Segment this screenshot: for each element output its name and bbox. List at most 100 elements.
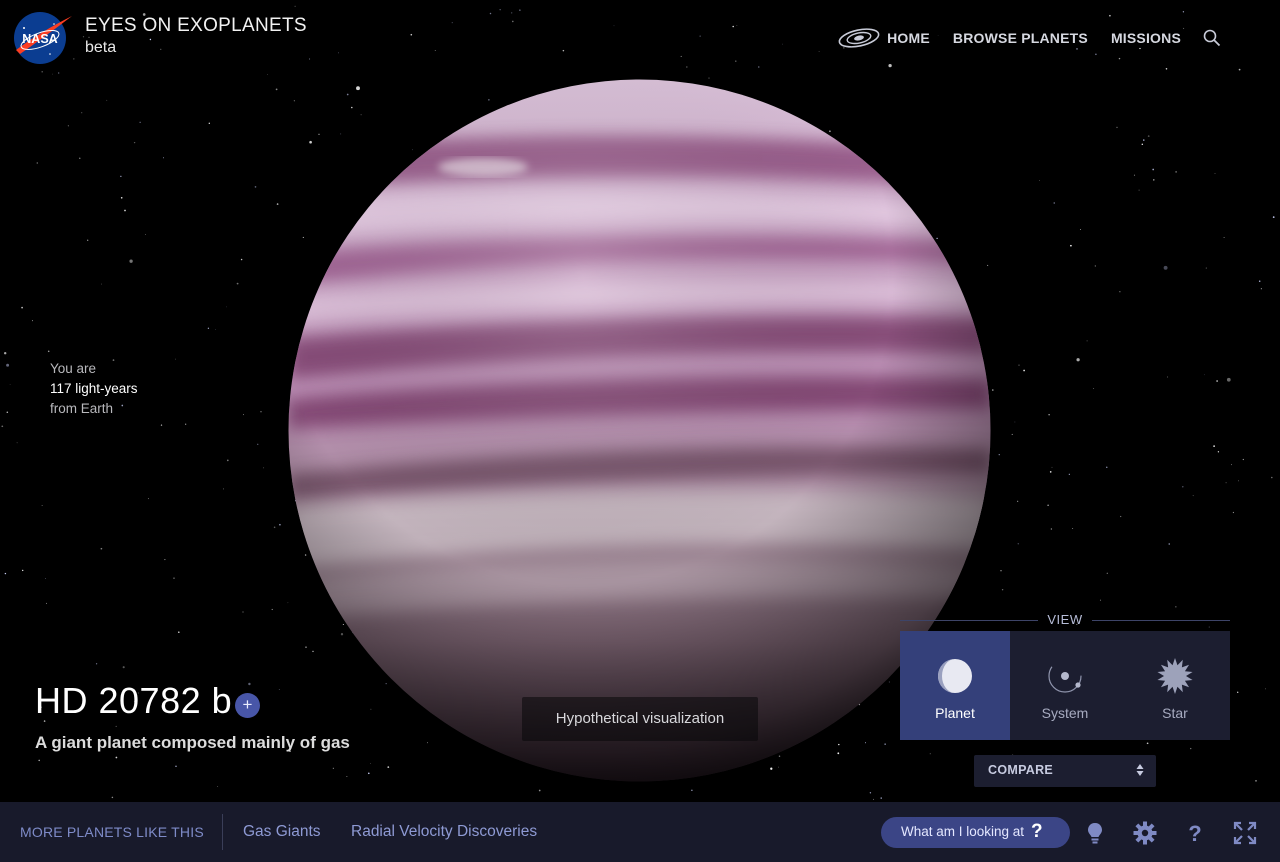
star-dot <box>1203 374 1205 376</box>
star-dot <box>680 55 682 57</box>
star-dot <box>9 384 11 385</box>
planet-description: A giant planet composed mainly of gas <box>35 733 350 752</box>
star-dot <box>410 33 413 36</box>
star-dot <box>1133 174 1136 176</box>
star-dot <box>872 798 875 800</box>
star-dot <box>1190 747 1192 750</box>
svg-text:?: ? <box>1188 821 1201 846</box>
star-dot <box>1192 495 1194 497</box>
search-icon[interactable] <box>1202 28 1222 48</box>
category-gas-giants-link[interactable]: Gas Giants <box>243 823 321 841</box>
star-dot <box>1182 11 1185 13</box>
view-option-label: Star <box>1162 705 1188 721</box>
star-dot <box>1167 376 1169 378</box>
star-dot <box>1165 68 1168 70</box>
star-dot <box>1237 691 1239 693</box>
star-dot <box>38 759 40 762</box>
star-dot <box>1099 599 1102 601</box>
star-dot <box>1093 388 1095 389</box>
star-dot <box>129 259 133 263</box>
star-dot <box>173 577 175 579</box>
star-dot <box>208 122 210 124</box>
star-dot <box>1141 143 1144 146</box>
galaxy-icon[interactable] <box>837 22 881 54</box>
star-dot <box>869 792 872 794</box>
what-am-i-looking-at-label: What am I looking at <box>901 824 1025 839</box>
star-dot <box>1094 265 1096 267</box>
star-dot <box>4 572 7 575</box>
star-dot <box>732 25 734 28</box>
star-dot <box>1168 543 1170 545</box>
star-dot <box>1143 139 1145 141</box>
star-dot <box>226 306 227 308</box>
star-dot <box>267 73 268 75</box>
star-dot <box>215 329 216 331</box>
settings-gear-icon[interactable] <box>1132 820 1158 846</box>
star-dot <box>6 363 10 367</box>
star-dot <box>273 526 276 529</box>
star-dot <box>164 559 166 561</box>
star-dot <box>160 48 162 50</box>
star-dot <box>46 602 47 604</box>
nav-home-link[interactable]: HOME <box>887 30 930 46</box>
star-dot <box>1079 229 1081 231</box>
star-dot <box>240 258 243 261</box>
star-dot <box>736 25 738 26</box>
category-radial-velocity-link[interactable]: Radial Velocity Discoveries <box>351 823 537 841</box>
star-dot <box>217 786 219 787</box>
star-dot <box>120 196 123 199</box>
planet-visualization[interactable] <box>288 79 991 782</box>
help-icon[interactable]: ? <box>1182 820 1208 846</box>
star-dot <box>1014 421 1016 423</box>
star-dot <box>735 60 737 62</box>
star-dot <box>124 209 126 212</box>
fullscreen-icon[interactable] <box>1232 820 1258 846</box>
star-dot <box>1232 511 1234 514</box>
star-dot <box>87 239 89 241</box>
star-dot <box>1011 433 1013 435</box>
star-dot <box>254 186 257 188</box>
add-planet-button[interactable]: + <box>235 693 260 718</box>
star-dot <box>782 43 783 45</box>
bottom-bar: MORE PLANETS LIKE THIS Gas Giants Radial… <box>0 802 1280 862</box>
star-dot <box>1106 466 1108 468</box>
star-dot <box>1175 606 1177 608</box>
planet-icon <box>938 659 972 693</box>
star-dot <box>1182 486 1184 488</box>
nasa-logo[interactable]: NASA <box>10 10 74 66</box>
view-option-star[interactable]: Star <box>1120 631 1230 740</box>
compare-label: COMPARE <box>988 763 1054 777</box>
star-dot <box>207 327 210 329</box>
view-label: VIEW <box>900 611 1230 629</box>
star-dot <box>499 9 501 11</box>
view-option-planet[interactable]: Planet <box>900 631 1010 740</box>
star-dot <box>1086 340 1088 342</box>
star-dot <box>79 157 81 159</box>
star-dot <box>100 547 103 550</box>
star-dot <box>106 99 108 101</box>
system-orbit-icon <box>1048 659 1082 693</box>
star-dot <box>1153 179 1155 181</box>
app-subtitle: beta <box>85 39 117 56</box>
distance-suffix: from Earth <box>50 401 114 416</box>
star-dot <box>81 112 83 114</box>
star-dot <box>613 25 615 27</box>
nav-browse-planets-link[interactable]: BROWSE PLANETS <box>953 30 1088 46</box>
star-dot <box>511 12 513 14</box>
view-selector: Planet System Star <box>900 631 1230 740</box>
star-dot <box>147 498 149 500</box>
lightbulb-icon[interactable] <box>1082 820 1108 846</box>
question-mark-icon: ? <box>1031 821 1043 842</box>
star-dot <box>185 423 187 425</box>
star-dot <box>1216 380 1218 382</box>
star-dot <box>115 756 118 759</box>
nasa-logo-text: NASA <box>22 32 57 46</box>
star-dot <box>276 203 279 205</box>
nav-missions-link[interactable]: MISSIONS <box>1111 30 1181 46</box>
star-dot <box>160 424 163 426</box>
star-dot <box>263 467 265 469</box>
what-am-i-looking-at-button[interactable]: What am I looking at ? <box>881 817 1070 848</box>
compare-dropdown[interactable]: COMPARE <box>974 755 1156 787</box>
star-dot <box>998 454 1000 456</box>
view-option-system[interactable]: System <box>1010 631 1120 740</box>
